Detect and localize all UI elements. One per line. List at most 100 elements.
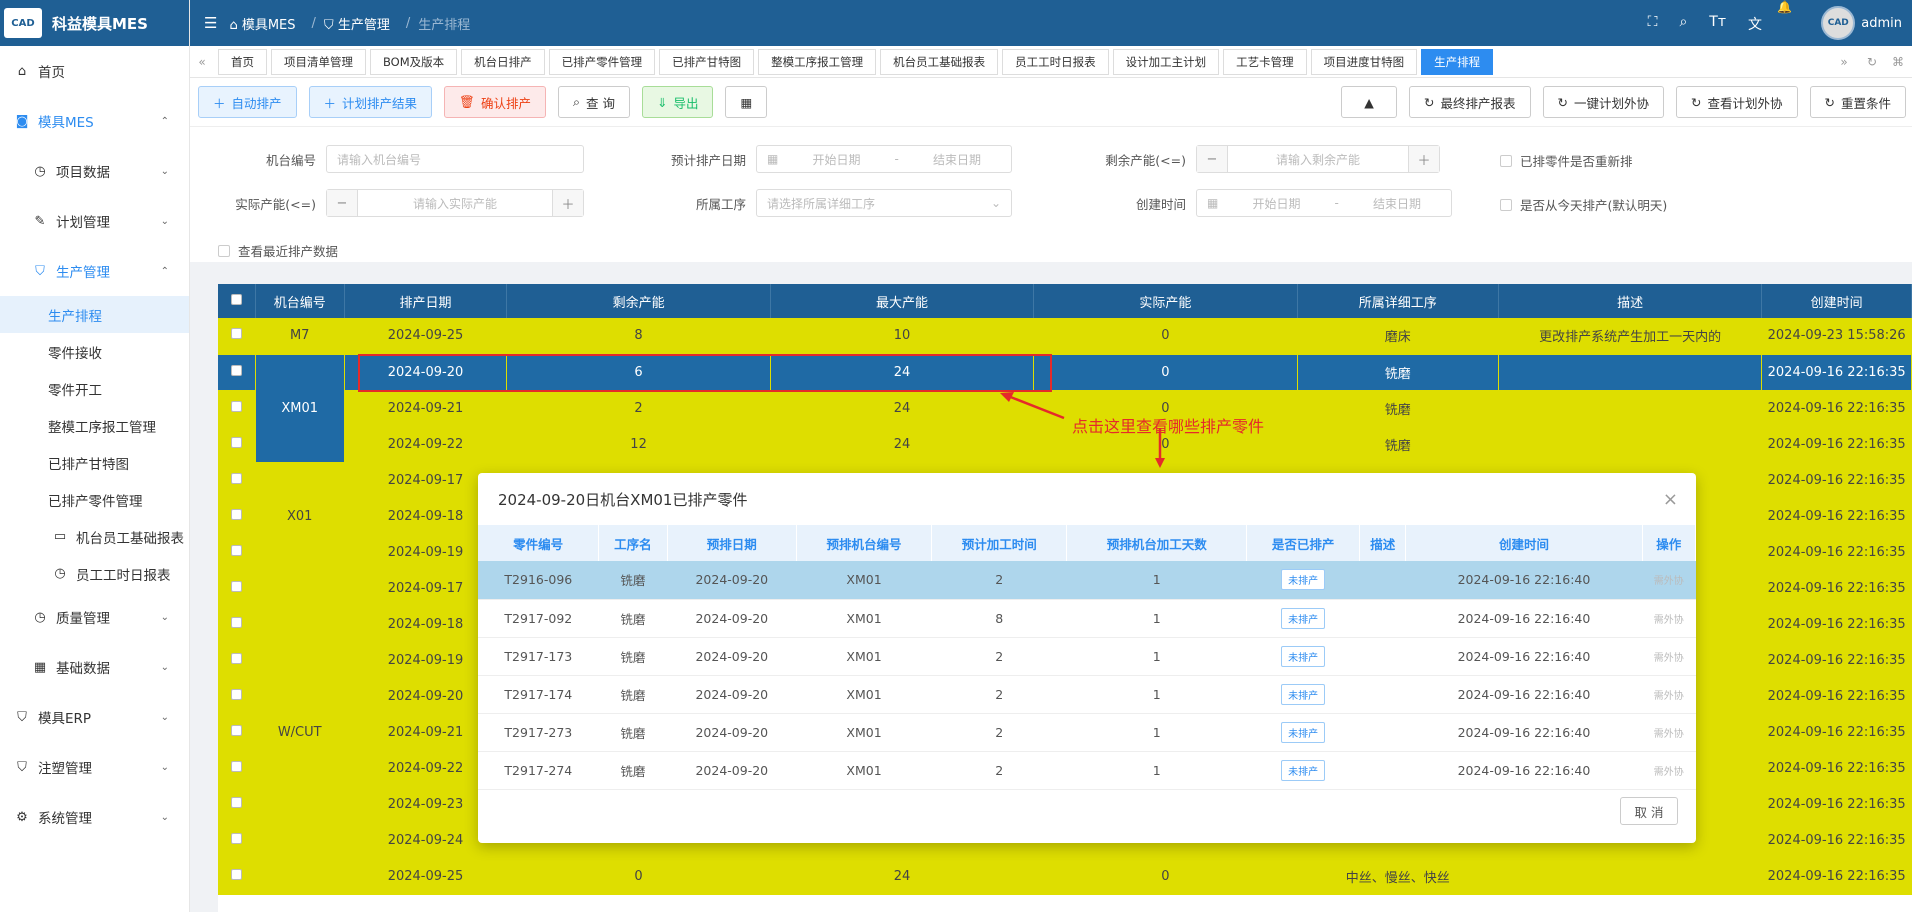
close-icon[interactable]: × <box>1663 489 1678 510</box>
one-click-outsource-button[interactable]: ↻ 一键计划外协 <box>1542 86 1664 118</box>
tab[interactable]: 整模工序报工管理 <box>758 48 877 75</box>
tab[interactable]: 项目进度甘特图 <box>1310 48 1418 75</box>
tab[interactable]: BOM及版本 <box>370 48 458 75</box>
breadcrumb-item[interactable]: ⌂ 模具MES <box>229 14 303 33</box>
date-range-input[interactable]: ▦ 开始日期 - 结束日期 <box>756 145 1012 173</box>
tabs-scroll-right-icon[interactable]: » <box>1832 49 1856 75</box>
recent-checkbox[interactable] <box>218 244 230 257</box>
row-checkbox[interactable] <box>230 436 242 448</box>
user-menu[interactable]: CAD admin <box>1821 6 1902 40</box>
view-outsource-button[interactable]: ↻ 查看计划外协 <box>1676 86 1798 118</box>
fullscreen-icon[interactable]: ⛶ <box>1648 14 1658 34</box>
sidebar-item[interactable]: ⛉ 注塑管理 ⌄ <box>0 742 189 792</box>
refresh-icon[interactable]: ↻ <box>1860 49 1884 75</box>
row-checkbox[interactable] <box>230 472 242 484</box>
modal-row[interactable]: T2917-092 铣磨 2024-09-20 XM01 8 1 未排产 2024-09-16… <box>478 599 1696 638</box>
bell-icon[interactable]: 🔔 <box>1777 0 1792 14</box>
column-header[interactable]: 排产日期 <box>344 284 508 318</box>
tab[interactable]: 项目清单管理 <box>271 48 366 75</box>
created-range-input[interactable]: ▦ 开始日期 - 结束日期 <box>1196 189 1452 217</box>
outsource-link[interactable]: 需外协 <box>1654 767 1684 778</box>
sidebar-item[interactable]: ◙ 模具MES ⌃ <box>0 96 189 146</box>
tab[interactable]: 生产排程 <box>1421 48 1494 75</box>
process-select[interactable]: 请选择所属详细工序 ⌄ <box>756 189 1012 217</box>
tab[interactable]: 工艺卡管理 <box>1223 48 1307 75</box>
tab[interactable]: 员工工时日报表 <box>1002 48 1109 75</box>
sidebar-item[interactable]: ⚙ 系统管理 ⌄ <box>0 792 189 842</box>
modal-row[interactable]: T2916-096 铣磨 2024-09-20 XM01 2 1 未排产 2024-09-16… <box>478 561 1696 600</box>
export-button[interactable]: ⇓ 导出 <box>641 86 714 118</box>
plus-icon[interactable]: ＋ <box>553 190 583 216</box>
sidebar-item[interactable]: 已排产甘特图 <box>0 444 189 481</box>
sidebar-item[interactable]: 整模工序报工管理 <box>0 407 189 444</box>
minus-icon[interactable]: − <box>1197 146 1227 172</box>
menu-toggle-icon[interactable]: ☰ <box>204 14 217 32</box>
tab[interactable]: 首页 <box>218 48 267 75</box>
columns-grid-button[interactable]: ▦ <box>725 86 768 118</box>
row-checkbox[interactable] <box>230 688 242 700</box>
sidebar-item[interactable]: ⌂ 首页 <box>0 46 189 96</box>
row-checkbox[interactable] <box>230 328 242 340</box>
confirm-schedule-button[interactable]: 🗑 确认排产 <box>444 86 546 118</box>
row-checkbox[interactable] <box>230 508 242 520</box>
auto-schedule-button[interactable]: ＋自动排产 <box>198 86 297 118</box>
column-header[interactable]: 实际产能 <box>1033 284 1298 318</box>
row-checkbox[interactable] <box>230 760 242 772</box>
column-header[interactable]: 描述 <box>1498 284 1763 318</box>
breadcrumb-item[interactable]: ⛉ 生产管理 <box>324 14 398 33</box>
final-report-button[interactable]: ↻ 最终排产报表 <box>1409 86 1531 118</box>
today-checkbox[interactable] <box>1500 198 1512 211</box>
row-checkbox[interactable] <box>230 580 242 592</box>
outsource-link[interactable]: 需外协 <box>1654 729 1684 740</box>
modal-row[interactable]: T2917-273 铣磨 2024-09-20 XM01 2 1 未排产 2024-09-16… <box>478 713 1696 752</box>
column-header[interactable]: 最大产能 <box>770 284 1035 318</box>
tab[interactable]: 已排产甘特图 <box>659 48 755 75</box>
sidebar-item[interactable]: ◷ 项目数据 ⌄ <box>0 146 189 196</box>
outsource-link[interactable]: 需外协 <box>1654 653 1684 664</box>
tabs-menu-icon[interactable]: ⌘ <box>1886 49 1910 75</box>
table-row[interactable]: 2024-09-22 12 24 0 铣磨 2024-09-16 22:16:35 <box>218 426 1912 463</box>
row-checkbox[interactable] <box>230 544 242 556</box>
sidebar-item[interactable]: ▭ 机台员工基础报表 <box>0 518 189 555</box>
reset-filters-button[interactable]: ↻ 重置条件 <box>1809 86 1906 118</box>
remain-stepper[interactable]: − 请输入剩余产能 ＋ <box>1196 145 1440 173</box>
modal-row[interactable]: T2917-173 铣磨 2024-09-20 XM01 2 1 未排产 2024-09-16… <box>478 637 1696 676</box>
table-row[interactable]: M7 2024-09-25 8 10 0 磨床 更改排产系统产生加工一天内的 2024-09-… <box>218 318 1912 355</box>
tab[interactable]: 机台日排产 <box>461 48 545 75</box>
outsource-link[interactable]: 需外协 <box>1654 576 1684 587</box>
row-checkbox[interactable] <box>230 400 242 412</box>
table-row[interactable]: 2024-09-21 2 24 0 铣磨 2024-09-16 22:16:35 <box>218 390 1912 427</box>
query-button[interactable]: ⌕ 查 询 <box>557 86 630 118</box>
sidebar-item[interactable]: ⛉ 模具ERP ⌄ <box>0 692 189 742</box>
sidebar-item[interactable]: ◷ 员工工时日报表 <box>0 555 189 592</box>
avatar[interactable]: CAD <box>1821 6 1856 40</box>
row-checkbox[interactable] <box>230 652 242 664</box>
column-header[interactable]: 所属详细工序 <box>1297 284 1499 318</box>
sidebar-item[interactable]: ⛉ 生产管理 ⌃ <box>0 246 189 296</box>
translate-icon[interactable]: 文 <box>1748 14 1762 34</box>
sidebar-item[interactable]: ✎ 计划管理 ⌄ <box>0 196 189 246</box>
modal-row[interactable]: T2917-174 铣磨 2024-09-20 XM01 2 1 未排产 2024-09-16… <box>478 675 1696 714</box>
outsource-link[interactable]: 需外协 <box>1654 691 1684 702</box>
row-checkbox[interactable] <box>230 868 242 880</box>
plus-icon[interactable]: ＋ <box>1409 146 1439 172</box>
tab[interactable]: 设计加工主计划 <box>1112 48 1220 75</box>
row-checkbox[interactable] <box>230 364 242 376</box>
column-header[interactable]: 机台编号 <box>255 284 345 318</box>
rerun-checkbox[interactable] <box>1500 154 1512 167</box>
sidebar-item[interactable]: 生产排程 <box>0 296 189 333</box>
plan-result-button[interactable]: ＋计划排产结果 <box>308 86 433 118</box>
select-all-checkbox[interactable] <box>230 293 242 305</box>
sidebar-item[interactable]: 零件接收 <box>0 333 189 370</box>
cancel-button[interactable]: 取 消 <box>1620 797 1678 825</box>
row-checkbox[interactable] <box>230 724 242 736</box>
machine-input[interactable]: 请输入机台编号 <box>326 145 584 173</box>
actual-stepper[interactable]: − 请输入实际产能 ＋ <box>326 189 584 217</box>
search-icon[interactable]: ⌕ <box>1679 14 1687 34</box>
tab[interactable]: 已排产零件管理 <box>548 48 656 75</box>
modal-row[interactable]: T2917-274 铣磨 2024-09-20 XM01 2 1 未排产 2024-09-16… <box>478 751 1696 790</box>
sidebar-item[interactable]: 零件开工 <box>0 370 189 407</box>
column-header[interactable]: 创建时间 <box>1761 284 1912 318</box>
column-header[interactable]: 剩余产能 <box>506 284 771 318</box>
sidebar-item[interactable]: 已排产零件管理 <box>0 481 189 518</box>
